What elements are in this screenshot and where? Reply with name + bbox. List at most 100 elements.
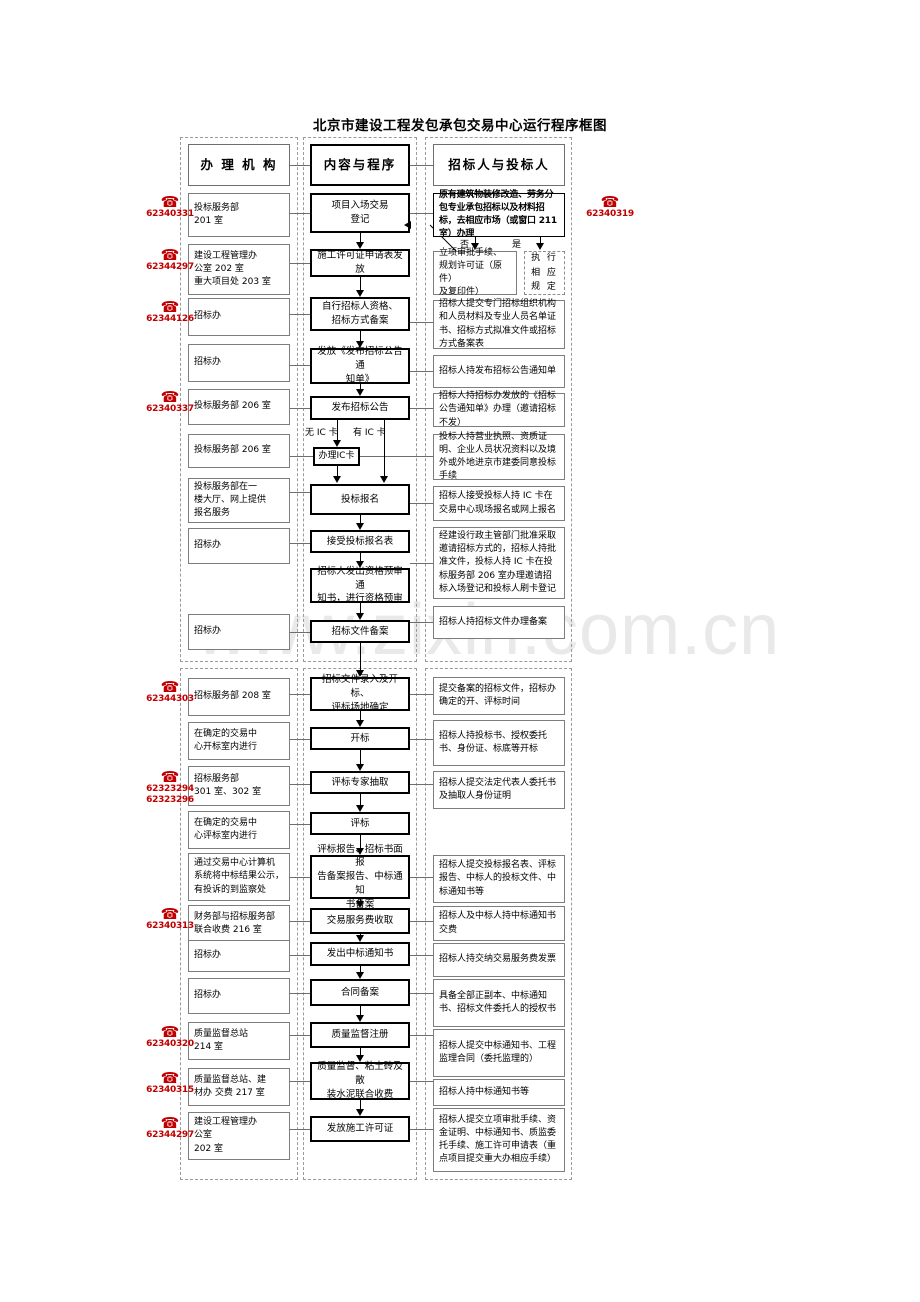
center-box-18: 合同备案 bbox=[310, 979, 410, 1006]
left-box-11-label: 在确定的交易中 心开标室内进行 bbox=[194, 728, 258, 752]
conn-r19 bbox=[410, 1081, 433, 1082]
left-box-18: 质量监督总站 214 室 bbox=[188, 1022, 290, 1060]
phone-number: 62323294 bbox=[146, 784, 194, 794]
center-box-4: 发放《发布招标公告通 知单》 bbox=[310, 346, 410, 385]
left-box-2-label: 建设工程管理办 公室 202 室 重大项目处 203 室 bbox=[194, 250, 271, 288]
center-box-18-label: 合同备案 bbox=[340, 986, 379, 998]
conn-r13 bbox=[410, 784, 433, 785]
flow-arrow-17-head bbox=[356, 972, 364, 979]
phone-number: 62340315 bbox=[146, 1085, 194, 1095]
phone-number: 62344297 bbox=[146, 262, 194, 272]
conn-r9 bbox=[410, 563, 433, 564]
telephone-icon: ☎ bbox=[160, 905, 180, 923]
phone-number: 62344297 bbox=[146, 1130, 194, 1140]
header-right: 招标人与投标人 bbox=[433, 144, 565, 186]
flow-arrow-6-line bbox=[337, 466, 338, 476]
left-box-12: 招标服务部 301 室、302 室 bbox=[188, 766, 290, 806]
header-center-label: 内容与程序 bbox=[323, 156, 397, 172]
right-box-19: 招标人持中标通知书等 bbox=[433, 1079, 565, 1106]
right-box-1: 原有建筑物装修改造、劳务分包专业承包招标以及材料招标，去相应市场（或窗口 211… bbox=[433, 190, 565, 239]
conn-l18 bbox=[290, 1035, 310, 1036]
center-box-9-label: 招标人发出资格预审通 知书，进行资格预审 bbox=[317, 565, 403, 605]
conn-l6 bbox=[290, 456, 313, 457]
flow-arrow-4-head bbox=[356, 389, 364, 396]
flow-arrow-7-line bbox=[360, 515, 361, 523]
branch-yes-head bbox=[536, 243, 544, 250]
center-box-12: 开标 bbox=[310, 727, 410, 750]
left-box-3-label: 招标办 bbox=[194, 311, 222, 322]
conn-r12 bbox=[410, 739, 433, 740]
left-box-7: 投标服务部在一 楼大厅、网上提供 报名服务 bbox=[188, 478, 290, 523]
center-box-12-label: 开标 bbox=[350, 732, 370, 744]
telephone-icon: ☎ bbox=[600, 193, 620, 211]
flow-arrow-18-head bbox=[356, 1015, 364, 1022]
phone-marker-right-1: ☎ 62340319 bbox=[578, 193, 642, 220]
telephone-icon: ☎ bbox=[160, 193, 180, 211]
conn-l7 bbox=[290, 492, 310, 493]
center-box-17-label: 发出中标通知书 bbox=[326, 948, 394, 960]
right-box-3: 执 行 相 应 规 定 bbox=[524, 251, 565, 295]
center-box-9: 招标人发出资格预审通 知书，进行资格预审 bbox=[310, 565, 410, 605]
center-box-1: 项目入场交易 登记 bbox=[310, 193, 410, 233]
right-box-10-label: 招标人持招标文件办理备案 bbox=[439, 616, 548, 627]
left-box-8-label: 招标办 bbox=[194, 540, 222, 551]
conn-l4 bbox=[290, 365, 310, 366]
conn-l3 bbox=[290, 314, 310, 315]
phone-marker-9: ☎ 62340315 bbox=[138, 1069, 202, 1096]
center-box-7-label: 投标报名 bbox=[340, 493, 379, 505]
phone-number: 62340320 bbox=[146, 1039, 194, 1049]
right-box-12-label: 招标人持投标书、授权委托书、身份证、标底等开标 bbox=[439, 730, 548, 754]
right-box-20: 招标人提交立项审批手续、资金证明、中标通知书、质监委托手续、施工许可申请表（重点… bbox=[433, 1108, 565, 1172]
flow-arrow-2-head bbox=[356, 290, 364, 297]
left-box-9: 招标办 bbox=[188, 614, 290, 650]
center-box-15: 评标报告、招标书面报 告备案报告、中标通知 书备案 bbox=[310, 844, 410, 910]
right-box-7-label: 投标人持营业执照、资质证明、企业人员状况资料以及境外或外地进京市建委同意投标手续 bbox=[439, 431, 557, 482]
flow-arrow-12-head bbox=[356, 764, 364, 771]
phone-marker-4: ☎ 62340337 bbox=[138, 390, 202, 415]
conn-l5 bbox=[290, 408, 310, 409]
phone-marker-3: ☎ 62344126 bbox=[138, 298, 202, 325]
right-box-20-label: 招标人提交立项审批手续、资金证明、中标通知书、质监委托手续、施工许可申请表（重点… bbox=[439, 1114, 557, 1165]
left-box-9-label: 招标办 bbox=[194, 626, 222, 637]
right-box-3-label: 执 行 相 应 规 定 bbox=[531, 253, 558, 293]
left-box-13-label: 在确定的交易中 心评标室内进行 bbox=[194, 817, 258, 841]
center-box-3: 自行招标人资格、 招标方式备案 bbox=[310, 297, 410, 331]
right-box-9: 经建设行政主管部门批准采取邀请招标方式的，招标人持批准文件，投标人持 IC 卡在… bbox=[433, 527, 565, 599]
flow-arrow-7-head bbox=[356, 523, 364, 530]
right-box-17: 具备全部正副本、中标通知书、招标文件委托人的授权书 bbox=[433, 979, 565, 1027]
telephone-icon: ☎ bbox=[160, 1114, 180, 1132]
left-box-3: 招标办 bbox=[188, 298, 290, 336]
conn-r11 bbox=[410, 694, 433, 695]
conn-l10 bbox=[290, 694, 310, 695]
left-box-16: 招标办 bbox=[188, 940, 290, 972]
flow-arrow-10-line bbox=[360, 643, 361, 670]
telephone-icon: ☎ bbox=[160, 1069, 180, 1087]
conn-r14 bbox=[410, 877, 433, 878]
left-box-8: 招标办 bbox=[188, 528, 290, 564]
left-box-14: 通过交易中心计算机 系统将中标结果公示， 有投诉的到监察处 bbox=[188, 853, 290, 901]
right-box-14: 招标人提交投标报名表、评标报告、中标人的投标文件、中标通知书等 bbox=[433, 855, 565, 903]
conn-l11 bbox=[290, 739, 310, 740]
telephone-icon: ☎ bbox=[160, 298, 180, 316]
conn-l8 bbox=[290, 543, 310, 544]
center-box-13-label: 评标专家抽取 bbox=[331, 776, 389, 788]
branch-label-has-ic: 有 IC 卡 bbox=[353, 428, 386, 438]
conn-l16 bbox=[290, 955, 310, 956]
feedback-arrow-head bbox=[404, 221, 411, 229]
flow-arrow-3-line bbox=[360, 331, 361, 341]
center-box-19: 质量监督注册 bbox=[310, 1022, 410, 1048]
header-center: 内容与程序 bbox=[310, 144, 410, 186]
conn-l20 bbox=[290, 1129, 310, 1130]
flow-arrow-6-head bbox=[333, 476, 341, 483]
left-box-6: 投标服务部 206 室 bbox=[188, 434, 290, 468]
right-box-13-label: 招标人提交法定代表人委托书及抽取人身份证明 bbox=[439, 777, 557, 801]
center-box-5-label: 发布招标公告 bbox=[331, 402, 389, 414]
center-box-8: 接受投标报名表 bbox=[310, 530, 410, 553]
ic-branch-right-head bbox=[380, 476, 388, 483]
phone-marker-2: ☎ 62344297 bbox=[138, 248, 202, 273]
center-box-19-label: 质量监督注册 bbox=[331, 1029, 389, 1041]
right-box-10: 招标人持招标文件办理备案 bbox=[433, 606, 565, 639]
center-box-17: 发出中标通知书 bbox=[310, 942, 410, 966]
flow-arrow-12-line bbox=[360, 750, 361, 764]
left-box-10-label: 招标服务部 208 室 bbox=[194, 691, 271, 702]
